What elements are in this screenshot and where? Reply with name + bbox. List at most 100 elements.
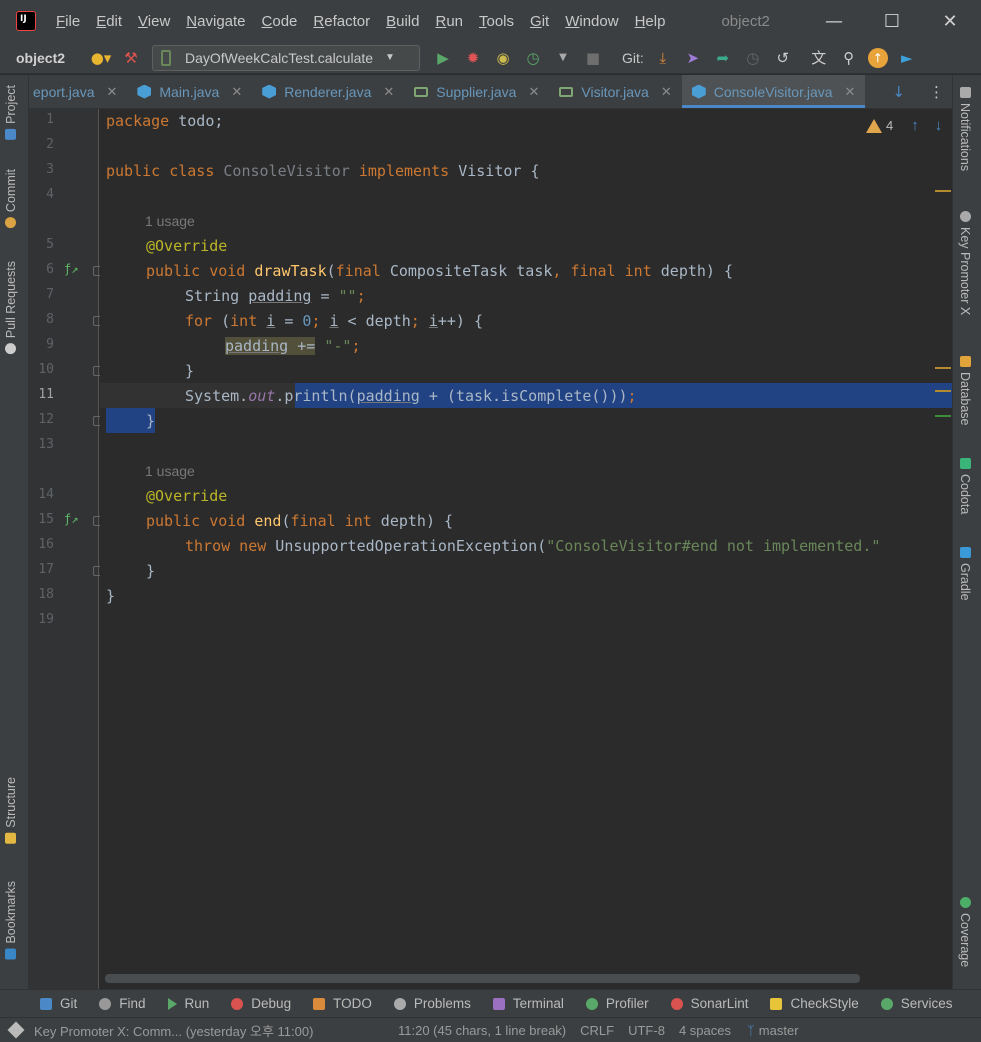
jetbrains-plugin-icon[interactable]: ► — [896, 47, 918, 69]
rollback-icon[interactable]: ↺ — [772, 47, 794, 69]
tab-consolevisitor-java[interactable]: ConsoleVisitor.java ✕ — [681, 75, 866, 108]
line-number[interactable]: 2 — [29, 137, 54, 152]
menu-build[interactable]: Build — [386, 13, 419, 30]
warning-stripe-marker[interactable] — [935, 390, 951, 392]
checkstyle-tool-button[interactable]: CheckStyle — [770, 996, 859, 1011]
todo-tool-button[interactable]: TODO — [313, 996, 372, 1011]
git-branch[interactable]: master — [759, 1023, 799, 1038]
git-tool-button[interactable]: Git — [40, 996, 77, 1011]
line-number[interactable]: 5 — [29, 237, 54, 252]
more-run-chevron-icon[interactable]: ▼ — [552, 47, 574, 69]
close-icon[interactable]: ✕ — [845, 84, 856, 100]
maximize-button[interactable]: ☐ — [863, 0, 921, 42]
implements-method-icon[interactable]: ƒ↗ — [64, 262, 78, 276]
debug-tool-button[interactable]: Debug — [231, 996, 291, 1011]
line-number[interactable]: 1 — [29, 112, 54, 127]
line-number[interactable]: 4 — [29, 187, 54, 202]
warnings-indicator[interactable]: 4 ↑ ↓ — [866, 117, 942, 134]
database-tool-button[interactable]: Database — [958, 356, 972, 426]
line-number[interactable]: 9 — [29, 337, 54, 352]
line-number[interactable]: 14 — [29, 487, 54, 502]
menu-edit[interactable]: Edit — [96, 13, 122, 30]
search-icon[interactable]: ⚲ — [838, 47, 860, 69]
tab-main-java[interactable]: Main.java ✕ — [127, 75, 252, 108]
codota-tool-button[interactable]: Codota — [958, 458, 972, 514]
code-line[interactable]: } — [146, 559, 155, 584]
line-number[interactable]: 17 — [29, 562, 54, 577]
code-line[interactable]: public class ConsoleVisitor implements V… — [106, 159, 540, 184]
menu-file[interactable]: File — [56, 13, 80, 30]
change-stripe-marker[interactable] — [935, 415, 951, 417]
code-line[interactable]: @Override — [146, 234, 227, 259]
line-separator[interactable]: CRLF — [580, 1023, 614, 1038]
line-number[interactable]: 15 — [29, 512, 54, 527]
run-config-selector[interactable]: DayOfWeekCalcTest.calculate ▼ — [152, 44, 420, 71]
menu-run[interactable]: Run — [435, 13, 463, 30]
code-line-current[interactable]: System.out.println(padding + (task.isCom… — [185, 384, 637, 409]
code-line[interactable]: public void end(final int depth) { — [146, 509, 453, 534]
code-line[interactable]: for (int i = 0; i < depth; i++) { — [185, 309, 483, 334]
line-number[interactable]: 7 — [29, 287, 54, 302]
git-push-icon[interactable]: ➦ — [712, 47, 734, 69]
history-icon[interactable]: ◷ — [742, 47, 764, 69]
tab-report-java[interactable]: eport.java ✕ — [29, 75, 127, 108]
file-encoding[interactable]: UTF-8 — [628, 1023, 665, 1038]
code-line[interactable]: } — [185, 359, 194, 384]
line-number[interactable]: 13 — [29, 437, 54, 452]
more-vertical-icon[interactable]: ⋮ — [929, 83, 944, 101]
line-number[interactable]: 8 — [29, 312, 54, 327]
line-number[interactable]: 3 — [29, 162, 54, 177]
translate-icon[interactable]: 文 — [808, 47, 830, 69]
arrow-down-icon[interactable]: ↓ — [892, 83, 905, 101]
coverage-run-icon[interactable]: ◉ — [492, 47, 514, 69]
usage-hint[interactable]: 1 usage — [145, 459, 195, 484]
tab-renderer-java[interactable]: Renderer.java ✕ — [252, 75, 404, 108]
warning-stripe-marker[interactable] — [935, 190, 951, 192]
menu-navigate[interactable]: Navigate — [186, 13, 245, 30]
profiler-icon[interactable]: ◷ — [522, 47, 544, 69]
previous-highlight-arrow-icon[interactable]: ↑ — [911, 117, 919, 134]
code-line[interactable]: } — [106, 584, 115, 609]
menu-git[interactable]: Git — [530, 13, 549, 30]
git-update-icon[interactable]: ⤓ — [652, 47, 674, 69]
tab-supplier-java[interactable]: Supplier.java ✕ — [404, 75, 549, 108]
pull-requests-tool-button[interactable]: Pull Requests — [4, 261, 18, 355]
menu-refactor[interactable]: Refactor — [313, 13, 370, 30]
code-line[interactable]: @Override — [146, 484, 227, 509]
run-icon[interactable]: ▶ — [432, 47, 454, 69]
line-number-current[interactable]: 11 — [29, 387, 54, 402]
code-line[interactable]: String padding = ""; — [185, 284, 366, 309]
find-tool-button[interactable]: Find — [99, 996, 146, 1011]
git-commit-icon[interactable]: ➤ — [682, 47, 704, 69]
next-highlight-arrow-icon[interactable]: ↓ — [935, 117, 943, 134]
warning-stripe-marker[interactable] — [935, 367, 951, 369]
tab-visitor-java[interactable]: Visitor.java ✕ — [549, 75, 681, 108]
project-tool-button[interactable]: Project — [4, 85, 18, 140]
menu-view[interactable]: View — [138, 13, 170, 30]
stop-icon[interactable]: ■ — [582, 47, 604, 69]
menu-window[interactable]: Window — [565, 13, 618, 30]
line-number[interactable]: 19 — [29, 612, 54, 627]
bookmarks-tool-button[interactable]: Bookmarks — [4, 881, 18, 960]
line-number[interactable]: 6 — [29, 262, 54, 277]
horizontal-scrollbar[interactable] — [105, 974, 860, 983]
problems-tool-button[interactable]: Problems — [393, 996, 471, 1011]
terminal-tool-button[interactable]: Terminal — [492, 996, 564, 1011]
code-line[interactable]: } — [146, 409, 155, 434]
sonarlint-tool-button[interactable]: SonarLint — [670, 996, 748, 1011]
minimize-button[interactable]: — — [805, 0, 863, 42]
implements-method-icon[interactable]: ƒ↗ — [64, 512, 78, 526]
code-editor[interactable]: package todo; public class ConsoleVisito… — [100, 109, 952, 973]
run-tool-button[interactable]: Run — [167, 996, 209, 1011]
debug-icon[interactable]: ✹ — [462, 47, 484, 69]
line-number[interactable]: 12 — [29, 412, 54, 427]
close-icon[interactable]: ✕ — [528, 84, 539, 100]
services-tool-button[interactable]: Services — [880, 996, 953, 1011]
menu-code[interactable]: Code — [262, 13, 298, 30]
code-line[interactable]: package todo; — [106, 109, 223, 134]
status-message[interactable]: Key Promoter X: Comm... (yesterday 오후 11… — [34, 1021, 394, 1040]
close-window-button[interactable]: ✕ — [921, 0, 979, 42]
structure-tool-button[interactable]: Structure — [4, 777, 18, 844]
code-line[interactable]: public void drawTask(final CompositeTask… — [146, 259, 733, 284]
line-number[interactable]: 10 — [29, 362, 54, 377]
